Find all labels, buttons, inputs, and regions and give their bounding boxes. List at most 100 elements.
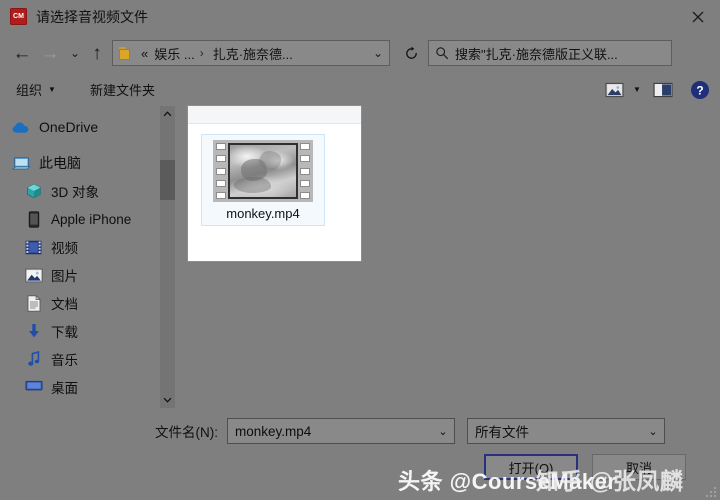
navigation-pane: OneDrive 此电脑 3D 对象 Apple iPhone 视频 图片 文档… bbox=[0, 106, 160, 408]
scroll-up-button[interactable] bbox=[160, 106, 175, 122]
command-bar: 组织 ▼ 新建文件夹 ▼ ? bbox=[0, 73, 720, 106]
breadcrumb-prefix: « bbox=[141, 45, 149, 61]
file-item-monkey-mp4[interactable]: monkey.mp4 bbox=[201, 134, 325, 226]
filename-input[interactable]: monkey.mp4 ⌄ bbox=[227, 418, 455, 444]
video-preview-frame bbox=[228, 143, 298, 199]
chevron-down-icon[interactable]: ⌄ bbox=[432, 425, 454, 438]
iphone-icon bbox=[24, 210, 43, 228]
filename-value: monkey.mp4 bbox=[235, 423, 312, 439]
sidebar-item-3d-objects[interactable]: 3D 对象 bbox=[0, 177, 160, 205]
change-view-dropdown[interactable]: ▼ bbox=[628, 77, 646, 103]
preview-pane-icon bbox=[653, 82, 673, 97]
sidebar-item-label: 文档 bbox=[51, 297, 78, 312]
close-icon bbox=[692, 11, 704, 22]
file-item-label: monkey.mp4 bbox=[226, 206, 300, 221]
window-title: 请选择音视频文件 bbox=[36, 8, 148, 25]
new-folder-button[interactable]: 新建文件夹 bbox=[90, 77, 155, 103]
file-type-filter-select[interactable]: 所有文件 ⌄ bbox=[467, 418, 665, 444]
open-button[interactable]: 打开(O) bbox=[484, 454, 578, 480]
sidebar-item-desktop[interactable]: 桌面 bbox=[0, 373, 160, 401]
navigation-pane-scrollbar[interactable] bbox=[160, 106, 175, 408]
back-button[interactable]: ← bbox=[8, 38, 36, 68]
cancel-button[interactable]: 取消 bbox=[592, 454, 686, 480]
chevron-down-icon[interactable]: ⌄ bbox=[642, 425, 664, 438]
search-input[interactable]: 搜索"扎克·施奈德版正义联... bbox=[455, 44, 618, 63]
sidebar-item-apple-iphone[interactable]: Apple iPhone bbox=[0, 205, 160, 233]
chevron-down-icon: ▼ bbox=[48, 84, 56, 94]
file-list-panel[interactable]: monkey.mp4 bbox=[187, 105, 362, 262]
title-bar: CM 请选择音视频文件 bbox=[0, 0, 720, 33]
dialog-footer: 文件名(N): monkey.mp4 ⌄ 所有文件 ⌄ 打开(O) 取消 bbox=[0, 408, 720, 500]
filmstrip-perforations-left bbox=[216, 143, 226, 199]
svg-text:?: ? bbox=[696, 83, 703, 97]
sidebar-item-label: Apple iPhone bbox=[51, 211, 132, 227]
chevron-up-icon bbox=[163, 111, 172, 117]
cloud-icon bbox=[12, 119, 31, 136]
close-button[interactable] bbox=[676, 0, 720, 33]
breadcrumb-separator: › bbox=[199, 46, 204, 60]
organize-label: 组织 bbox=[16, 83, 43, 98]
file-type-filter-value: 所有文件 bbox=[475, 425, 529, 440]
video-filmstrip-thumbnail-icon bbox=[213, 140, 313, 202]
file-list-header bbox=[188, 106, 361, 124]
sidebar-item-label: 视频 bbox=[51, 241, 78, 256]
forward-arrow-icon: → bbox=[40, 42, 60, 64]
new-folder-label: 新建文件夹 bbox=[89, 83, 155, 98]
sidebar-item-label: 桌面 bbox=[51, 381, 78, 396]
up-button[interactable]: ↑ bbox=[86, 38, 108, 68]
refresh-button[interactable] bbox=[396, 38, 426, 68]
recent-locations-button[interactable]: ⌄ bbox=[64, 38, 86, 68]
refresh-icon bbox=[405, 46, 417, 59]
breadcrumb[interactable]: « 娱乐 ... › 扎克·施奈德... ⌄ bbox=[112, 40, 390, 66]
sidebar-item-label: 此电脑 bbox=[39, 155, 81, 171]
back-arrow-icon: ← bbox=[12, 42, 32, 64]
breadcrumb-chevron-down-icon[interactable]: ⌄ bbox=[367, 46, 389, 60]
sidebar-item-downloads[interactable]: 下载 bbox=[0, 317, 160, 345]
3d-objects-icon bbox=[24, 183, 43, 200]
sidebar-item-label: OneDrive bbox=[39, 119, 99, 135]
help-button[interactable]: ? bbox=[680, 77, 720, 103]
app-icon: CM bbox=[10, 8, 27, 25]
dialog-buttons: 打开(O) 取消 bbox=[484, 454, 686, 480]
forward-button[interactable]: → bbox=[36, 38, 64, 68]
scroll-down-button[interactable] bbox=[160, 392, 175, 408]
pictures-icon bbox=[24, 267, 43, 284]
sidebar-item-music[interactable]: 音乐 bbox=[0, 345, 160, 373]
chevron-down-icon: ▼ bbox=[633, 85, 641, 94]
music-icon bbox=[24, 351, 43, 368]
filename-row: 文件名(N): monkey.mp4 ⌄ 所有文件 ⌄ bbox=[0, 418, 720, 444]
navigation-bar: ← → ⌄ ↑ « 娱乐 ... › 扎克·施奈德... ⌄ 搜索"扎克·施奈德… bbox=[0, 33, 720, 73]
change-view-button[interactable] bbox=[600, 77, 628, 103]
sidebar-item-onedrive[interactable]: OneDrive bbox=[0, 113, 160, 141]
filename-label: 文件名(N): bbox=[155, 425, 218, 440]
downloads-icon bbox=[24, 323, 43, 340]
sidebar-item-label: 下载 bbox=[51, 325, 78, 340]
documents-icon bbox=[24, 294, 43, 312]
sidebar-item-documents[interactable]: 文档 bbox=[0, 289, 160, 317]
desktop-icon bbox=[24, 379, 43, 396]
dialog-body: OneDrive 此电脑 3D 对象 Apple iPhone 视频 图片 文档… bbox=[0, 105, 720, 408]
sidebar-item-label: 3D 对象 bbox=[51, 185, 100, 200]
picture-view-icon bbox=[604, 82, 624, 97]
this-pc-icon bbox=[12, 155, 31, 172]
filmstrip-perforations-right bbox=[300, 143, 310, 199]
organize-button[interactable]: 组织 ▼ bbox=[16, 77, 56, 103]
breadcrumb-current[interactable]: 扎克·施奈德... bbox=[213, 44, 293, 63]
videos-icon bbox=[24, 239, 43, 256]
help-icon: ? bbox=[691, 80, 709, 99]
sidebar-item-label: 音乐 bbox=[51, 353, 78, 368]
sidebar-item-pictures[interactable]: 图片 bbox=[0, 261, 160, 289]
preview-pane-button[interactable] bbox=[646, 77, 680, 103]
search-icon bbox=[429, 46, 455, 60]
chevron-down-icon: ⌄ bbox=[69, 46, 81, 60]
scrollbar-track[interactable] bbox=[160, 122, 175, 392]
sidebar-item-this-pc[interactable]: 此电脑 bbox=[0, 149, 160, 177]
sidebar-item-videos[interactable]: 视频 bbox=[0, 233, 160, 261]
scrollbar-thumb[interactable] bbox=[160, 160, 175, 200]
breadcrumb-parent[interactable]: 娱乐 ... bbox=[154, 44, 194, 63]
sidebar-item-label: 图片 bbox=[51, 269, 78, 284]
search-box[interactable]: 搜索"扎克·施奈德版正义联... bbox=[428, 40, 672, 66]
resize-grip[interactable] bbox=[704, 485, 716, 497]
file-list-area: monkey.mp4 bbox=[175, 105, 720, 408]
